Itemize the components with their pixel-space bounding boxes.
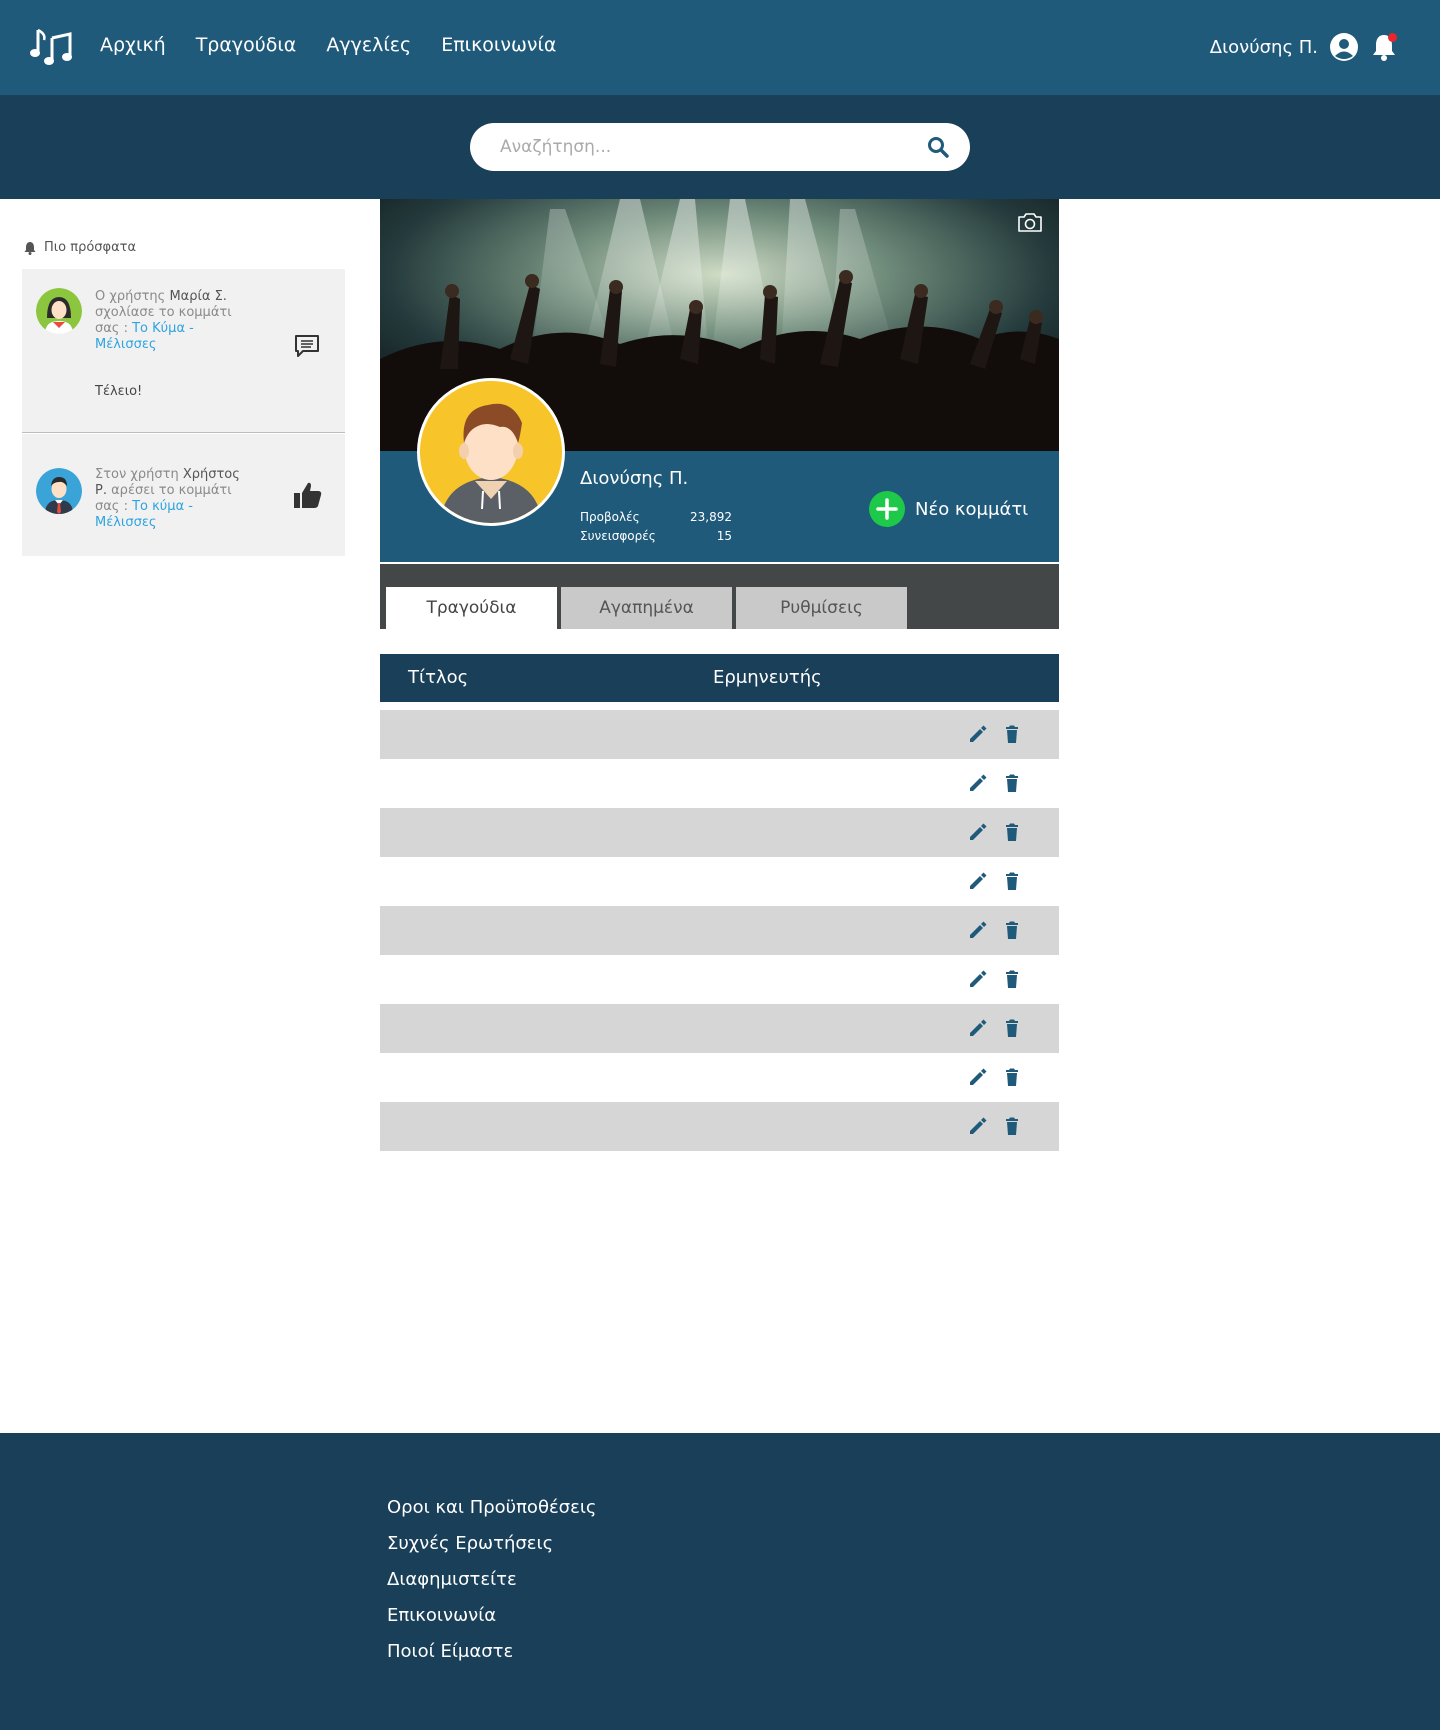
edit-pencil-icon[interactable] [967,968,989,990]
search-band [0,95,1440,199]
edit-pencil-icon[interactable] [967,723,989,745]
nav-link-home[interactable]: Αρχική [100,34,166,56]
row-actions [967,1017,1023,1039]
footer-link-terms[interactable]: Οροι και Προϋποθέσεις [387,1497,596,1519]
delete-trash-icon[interactable] [1001,821,1023,843]
footer-link-contact[interactable]: Επικοινωνία [387,1605,596,1627]
recent-title-label: Πιο πρόσφατα [44,240,137,255]
edit-pencil-icon[interactable] [967,1066,989,1088]
activity-card-like[interactable]: Στον χρήστη Χρήστος Ρ. αρέσει το κομμάτι… [22,434,345,556]
thumbs-up-icon [293,480,322,508]
column-header-title[interactable]: Τίτλος [408,667,468,688]
new-song-button[interactable]: Νέο κομμάτι [869,491,1028,527]
nav-link-ads[interactable]: Αγγελίες [326,34,411,56]
row-actions [967,1115,1023,1137]
edit-pencil-icon[interactable] [967,772,989,794]
plus-icon [869,491,905,527]
footer-link-about[interactable]: Ποιοί Είμαστε [387,1641,596,1663]
recent-activity-title: Πιο πρόσφατα [24,240,136,255]
table-row [380,906,1059,955]
camera-icon[interactable] [1017,211,1043,233]
profile-avatar[interactable] [417,378,565,526]
comment-icon [293,332,321,360]
table-row [380,1102,1059,1151]
activity-text: Ο χρήστης Μαρία Σ. σχολίασε το κομμάτι σ… [95,289,232,352]
delete-trash-icon[interactable] [1001,968,1023,990]
table-row [380,955,1059,1004]
tab-songs[interactable]: Τραγούδια [386,587,557,629]
avatar-christos [36,468,82,514]
delete-trash-icon[interactable] [1001,870,1023,892]
main-nav: Αρχική Τραγούδια Αγγελίες Επικοινωνία [100,34,556,56]
songs-table-header: Τίτλος Ερμηνευτής [380,654,1059,702]
notifications-bell-icon[interactable] [1370,32,1400,62]
avatar-maria [36,288,82,334]
table-row [380,759,1059,808]
row-actions [967,968,1023,990]
activity-text: Στον χρήστη Χρήστος Ρ. αρέσει το κομμάτι… [95,467,240,530]
delete-trash-icon[interactable] [1001,1017,1023,1039]
account-icon[interactable] [1330,33,1358,61]
stat-row-contributions: Συνεισφορές 15 [580,529,732,543]
edit-pencil-icon[interactable] [967,1115,989,1137]
row-actions [967,821,1023,843]
table-row [380,1004,1059,1053]
table-row [380,808,1059,857]
row-actions [967,870,1023,892]
table-row [380,857,1059,906]
edit-pencil-icon[interactable] [967,821,989,843]
top-navbar: Αρχική Τραγούδια Αγγελίες Επικοινωνία Δι… [0,0,1440,95]
nav-link-songs[interactable]: Τραγούδια [196,34,297,56]
footer-links: Οροι και Προϋποθέσεις Συχνές Ερωτήσεις Δ… [387,1497,596,1663]
user-name[interactable]: Διονύσης Π. [1210,37,1318,58]
search-box [470,123,970,171]
delete-trash-icon[interactable] [1001,919,1023,941]
column-header-artist[interactable]: Ερμηνευτής [713,667,822,688]
stat-row-views: Προβολές 23,892 [580,510,732,524]
notification-dot [1388,33,1397,42]
music-logo-icon[interactable] [30,26,74,66]
footer-link-faq[interactable]: Συχνές Ερωτήσεις [387,1533,596,1555]
site-footer: Οροι και Προϋποθέσεις Συχνές Ερωτήσεις Δ… [0,1433,1440,1730]
bell-small-icon [24,241,36,255]
profile-name: Διονύσης Π. [580,468,689,489]
profile-tabs: Τραγούδια Αγαπημένα Ρυθμίσεις [380,564,1059,629]
activity-card-comment[interactable]: Ο χρήστης Μαρία Σ. σχολίασε το κομμάτι σ… [22,269,345,433]
activity-user[interactable]: Μαρία Σ. [169,289,226,304]
table-row [380,1053,1059,1102]
tab-settings[interactable]: Ρυθμίσεις [736,587,907,629]
nav-link-contact[interactable]: Επικοινωνία [441,34,556,56]
edit-pencil-icon[interactable] [967,870,989,892]
comment-text: Τέλειο! [95,384,143,399]
edit-pencil-icon[interactable] [967,919,989,941]
search-input[interactable] [500,123,900,171]
table-row [380,710,1059,759]
delete-trash-icon[interactable] [1001,1115,1023,1137]
row-actions [967,1066,1023,1088]
row-actions [967,919,1023,941]
edit-pencil-icon[interactable] [967,1017,989,1039]
row-actions [967,772,1023,794]
user-area: Διονύσης Π. [1210,32,1400,62]
profile-stats: Προβολές 23,892 Συνεισφορές 15 [580,508,732,546]
tab-favorites[interactable]: Αγαπημένα [561,587,732,629]
delete-trash-icon[interactable] [1001,1066,1023,1088]
delete-trash-icon[interactable] [1001,723,1023,745]
footer-link-advertise[interactable]: Διαφημιστείτε [387,1569,596,1591]
search-icon[interactable] [926,135,950,159]
row-actions [967,723,1023,745]
delete-trash-icon[interactable] [1001,772,1023,794]
